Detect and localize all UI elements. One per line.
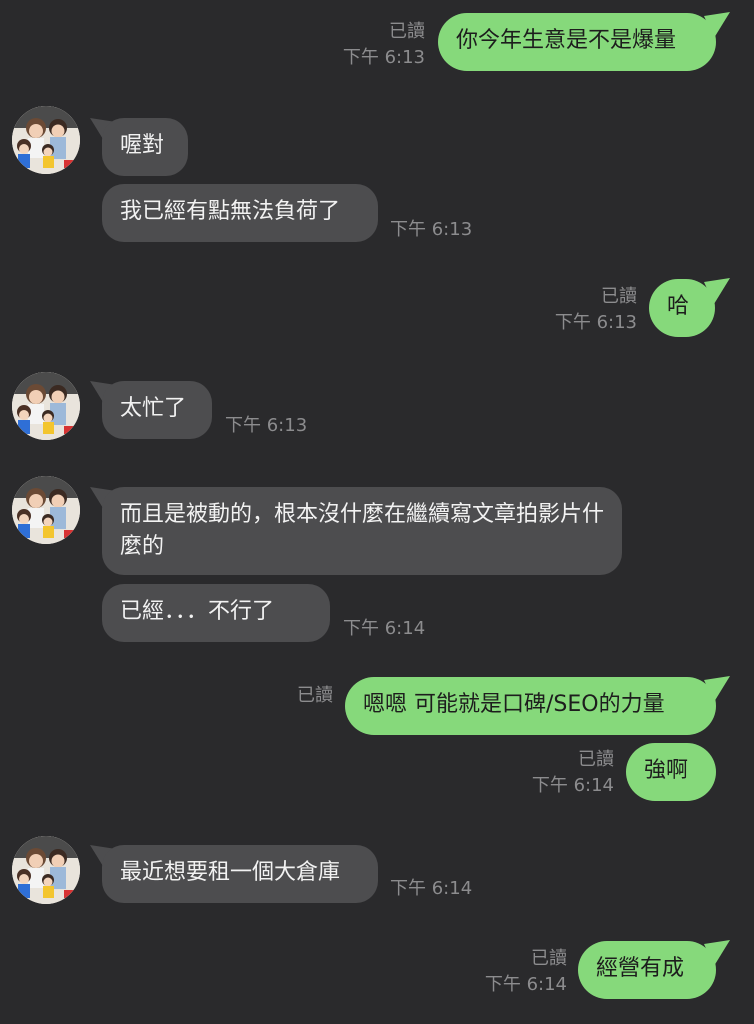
contact-avatar[interactable]	[12, 836, 80, 904]
message-timestamp: 下午 6:13	[225, 415, 308, 436]
read-receipt: 已讀	[531, 948, 567, 969]
outgoing-message-bubble[interactable]: 你今年生意是不是爆量	[438, 13, 716, 71]
message-text: 強啊	[644, 758, 689, 783]
message-text: 嗯嗯 可能就是口碑/SEO的力量	[363, 692, 665, 717]
read-receipt: 已讀	[601, 286, 637, 307]
message-text: 經營有成	[596, 956, 685, 981]
incoming-message-bubble[interactable]: 太忙了	[102, 381, 212, 439]
incoming-message-bubble[interactable]: 喔對	[102, 118, 188, 176]
outgoing-message-bubble[interactable]: 嗯嗯 可能就是口碑/SEO的力量	[345, 677, 716, 735]
message-timestamp: 下午 6:14	[531, 775, 614, 796]
message-timestamp: 下午 6:13	[342, 47, 425, 68]
chat-message-list[interactable]: 已讀 下午 6:13 你今年生意是不是爆量 喔對 我已經有點無法負荷了 下午 6…	[0, 0, 754, 1024]
outgoing-message-bubble[interactable]: 強啊	[626, 743, 716, 801]
message-timestamp: 下午 6:14	[343, 618, 426, 639]
family-photo-avatar-icon	[12, 106, 80, 174]
family-photo-avatar-icon	[12, 836, 80, 904]
message-text: 喔對	[120, 133, 165, 158]
read-receipt: 已讀	[578, 749, 614, 770]
incoming-message-bubble[interactable]: 我已經有點無法負荷了	[102, 184, 378, 242]
outgoing-message-bubble[interactable]: 經營有成	[578, 941, 716, 999]
family-photo-avatar-icon	[12, 476, 80, 544]
read-receipt: 已讀	[389, 21, 425, 42]
bubble-tail-icon	[704, 278, 730, 304]
contact-avatar[interactable]	[12, 372, 80, 440]
message-text: 最近想要租一個大倉庫	[120, 860, 341, 885]
read-receipt: 已讀	[297, 685, 333, 706]
contact-avatar[interactable]	[12, 106, 80, 174]
message-text: 太忙了	[120, 396, 187, 421]
bubble-tail-icon	[704, 940, 730, 966]
contact-avatar[interactable]	[12, 476, 80, 544]
message-text: 你今年生意是不是爆量	[456, 28, 677, 53]
bubble-tail-icon	[704, 676, 730, 702]
message-text: 我已經有點無法負荷了	[120, 199, 341, 224]
message-timestamp: 下午 6:13	[390, 219, 473, 240]
message-text: 而且是被動的，根本沒什麼在繼續寫文章拍影片什麼的	[120, 502, 605, 559]
incoming-message-bubble[interactable]: 而且是被動的，根本沒什麼在繼續寫文章拍影片什麼的	[102, 487, 622, 575]
message-text: 已經．．．不行了	[120, 599, 275, 624]
message-timestamp: 下午 6:13	[554, 312, 637, 333]
message-timestamp: 下午 6:14	[390, 878, 473, 899]
family-photo-avatar-icon	[12, 372, 80, 440]
bubble-tail-icon	[704, 12, 730, 38]
message-timestamp: 下午 6:14	[484, 974, 567, 995]
message-text: 哈	[667, 294, 690, 319]
incoming-message-bubble[interactable]: 已經．．．不行了	[102, 584, 330, 642]
incoming-message-bubble[interactable]: 最近想要租一個大倉庫	[102, 845, 378, 903]
